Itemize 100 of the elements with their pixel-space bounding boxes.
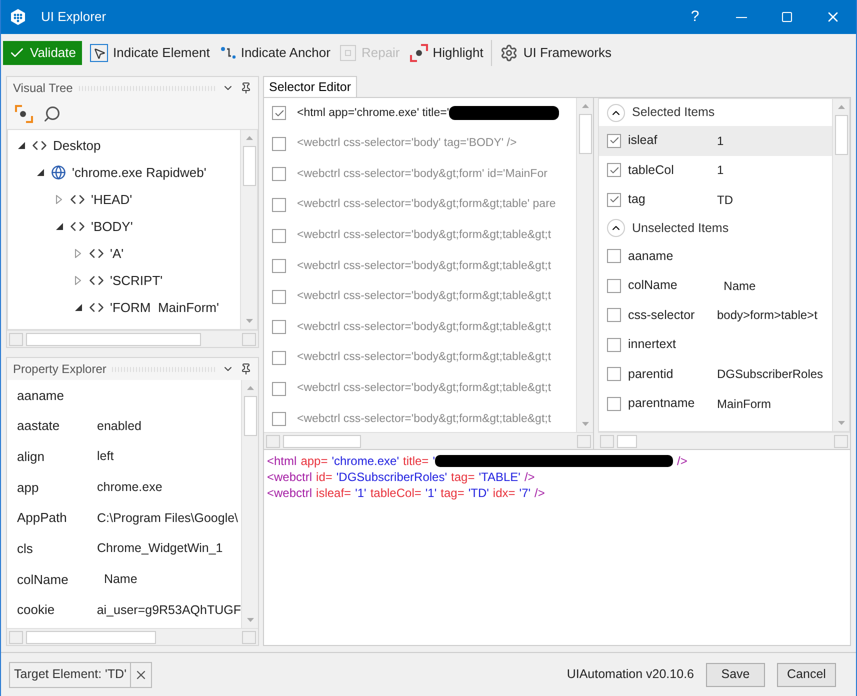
checkbox[interactable] [607, 134, 621, 148]
scrollbar-thumb[interactable] [26, 630, 156, 644]
scroll-up-icon[interactable] [246, 136, 252, 140]
vertical-scrollbar[interactable] [576, 98, 593, 432]
collapse-icon[interactable] [607, 219, 625, 237]
cancel-button[interactable]: Cancel [777, 662, 836, 686]
attribute-row[interactable]: css-selector body>form>table>t [599, 300, 832, 330]
scrollbar-thumb[interactable] [283, 434, 361, 448]
collapse-icon[interactable] [607, 104, 625, 122]
toolbar-button[interactable]: Highlight [408, 41, 486, 65]
scroll-up-icon[interactable] [582, 104, 588, 108]
horizontal-scrollbar[interactable] [7, 628, 258, 645]
attribute-row[interactable]: aaname [599, 242, 832, 271]
tree-item[interactable]: Desktop [53, 136, 101, 156]
property-value: ai_user=g9R53AQhTUGF [96, 602, 241, 619]
tree-item[interactable]: 'A' [110, 244, 124, 264]
attribute-row[interactable]: tag TD [599, 185, 832, 214]
checkbox[interactable] [607, 308, 621, 322]
toolbar-button[interactable]: Indicate Element [88, 41, 212, 65]
property-name: app [16, 478, 40, 497]
attribute-row[interactable]: isleaf 1 [599, 126, 832, 156]
checkbox[interactable] [272, 382, 286, 396]
selector-line[interactable]: <webctrl css-selector='body&gt;form&gt;table&gt;t [297, 258, 552, 275]
expanded-arrow-icon[interactable] [75, 304, 83, 311]
attribute-row[interactable]: colName Name [599, 271, 832, 300]
tree-item[interactable]: 'chrome.exe Rapidweb' [72, 162, 206, 182]
scrollbar-thumb[interactable] [834, 115, 848, 155]
checkbox[interactable] [607, 338, 621, 352]
selector-line[interactable]: <html app='chrome.exe' title=' [297, 104, 450, 122]
selector-line[interactable]: <webctrl css-selector='body&gt;form&gt;table&gt;t [297, 380, 552, 398]
pin-icon[interactable] [240, 363, 252, 375]
vertical-scrollbar[interactable] [240, 130, 257, 329]
scroll-down-icon[interactable] [246, 618, 254, 622]
scrollbar-thumb[interactable] [244, 396, 256, 436]
checkbox[interactable] [607, 278, 621, 293]
attribute-name: parentname [627, 395, 696, 412]
tree-item[interactable]: 'FORM MainForm' [110, 298, 219, 318]
horizontal-scrollbar[interactable] [264, 432, 593, 449]
horizontal-scrollbar[interactable] [7, 330, 258, 347]
checkbox[interactable] [607, 163, 621, 178]
checkbox[interactable] [607, 249, 621, 264]
checkbox[interactable] [272, 412, 286, 426]
selector-line[interactable]: <webctrl css-selector='body&gt;form&gt;table&gt;t [297, 288, 552, 306]
checkbox[interactable] [607, 367, 621, 382]
expanded-arrow-icon[interactable] [37, 169, 45, 176]
vertical-scrollbar[interactable] [241, 380, 258, 628]
pin-icon[interactable] [240, 82, 252, 94]
selector-line[interactable]: <webctrl css-selector='body&gt;form' id='MainFor [297, 166, 548, 184]
attribute-row[interactable]: parentid DGSubscriberRoles [599, 360, 832, 389]
property-name: cls [16, 540, 34, 558]
checkbox[interactable] [272, 136, 286, 151]
search-icon[interactable] [43, 105, 61, 123]
vertical-scrollbar[interactable] [832, 99, 849, 431]
scrollbar-thumb[interactable] [26, 332, 201, 346]
selector-editor-tab[interactable]: Selector Editor [263, 76, 357, 97]
scroll-down-icon[interactable] [582, 422, 588, 426]
collapsed-arrow-icon[interactable] [75, 249, 83, 258]
scroll-up-icon[interactable] [246, 386, 254, 390]
horizontal-scrollbar[interactable] [598, 432, 850, 449]
tree-item[interactable]: 'HEAD' [91, 190, 132, 210]
selector-code-area[interactable]: <html app= 'chrome.exe' title= ' /> <webctrl id= 'DGSubscriberRoles' tag= 'TABLE' /> <webctrl isleaf= '1' tableCol= '1' tag= 'TD' idx= '7' /> [264, 450, 850, 645]
scrollbar-thumb[interactable] [578, 114, 592, 154]
checkbox[interactable] [272, 198, 286, 212]
target-icon[interactable] [15, 105, 33, 123]
selector-line[interactable]: <webctrl css-selector='body&gt;form&gt;table&gt;t [297, 318, 552, 336]
code-token: 'TABLE' [478, 469, 520, 485]
scrollbar-thumb[interactable] [617, 434, 637, 448]
checkbox[interactable] [272, 320, 286, 334]
checkbox[interactable] [272, 351, 286, 366]
checkbox[interactable] [272, 228, 286, 243]
checkbox[interactable] [272, 167, 286, 182]
validate-button[interactable]: Validate [3, 41, 82, 65]
selector-line[interactable]: <webctrl css-selector='body' tag='BODY' /> [297, 135, 517, 153]
scrollbar-thumb[interactable] [242, 146, 256, 186]
checkbox[interactable] [272, 290, 286, 304]
checkbox[interactable] [607, 192, 621, 207]
attribute-row[interactable]: parentname MainForm [599, 389, 832, 418]
scroll-down-icon[interactable] [246, 319, 252, 323]
collapsed-arrow-icon[interactable] [75, 276, 83, 285]
expanded-arrow-icon[interactable] [18, 142, 26, 149]
selector-line[interactable]: <webctrl css-selector='body&gt;form&gt;table&gt;t [297, 410, 552, 428]
checkbox[interactable] [607, 396, 621, 411]
tree-item[interactable]: 'BODY' [91, 216, 133, 236]
checkbox[interactable] [272, 259, 286, 274]
toolbar-button[interactable]: UI Frameworks [498, 41, 614, 65]
scroll-up-icon[interactable] [838, 105, 844, 109]
tree-item[interactable]: 'SCRIPT' [110, 270, 163, 290]
save-button[interactable]: Save [706, 662, 765, 686]
attribute-row[interactable]: innertext [599, 330, 832, 360]
collapsed-arrow-icon[interactable] [56, 195, 64, 204]
help-button[interactable]: ? [672, 0, 718, 34]
scroll-down-icon[interactable] [838, 421, 844, 425]
selector-line[interactable]: <webctrl css-selector='body&gt;form&gt;table' pare [297, 196, 556, 214]
checkbox[interactable] [272, 106, 286, 120]
attribute-value: TD [717, 192, 733, 209]
selector-line[interactable]: <webctrl css-selector='body&gt;form&gt;table&gt;t [297, 227, 552, 244]
attribute-row[interactable]: tableCol 1 [599, 156, 832, 185]
selector-line[interactable]: <webctrl css-selector='body&gt;form&gt;table&gt;t [297, 349, 552, 367]
expanded-arrow-icon[interactable] [56, 223, 64, 230]
toolbar-button[interactable]: Indicate Anchor [218, 41, 332, 65]
